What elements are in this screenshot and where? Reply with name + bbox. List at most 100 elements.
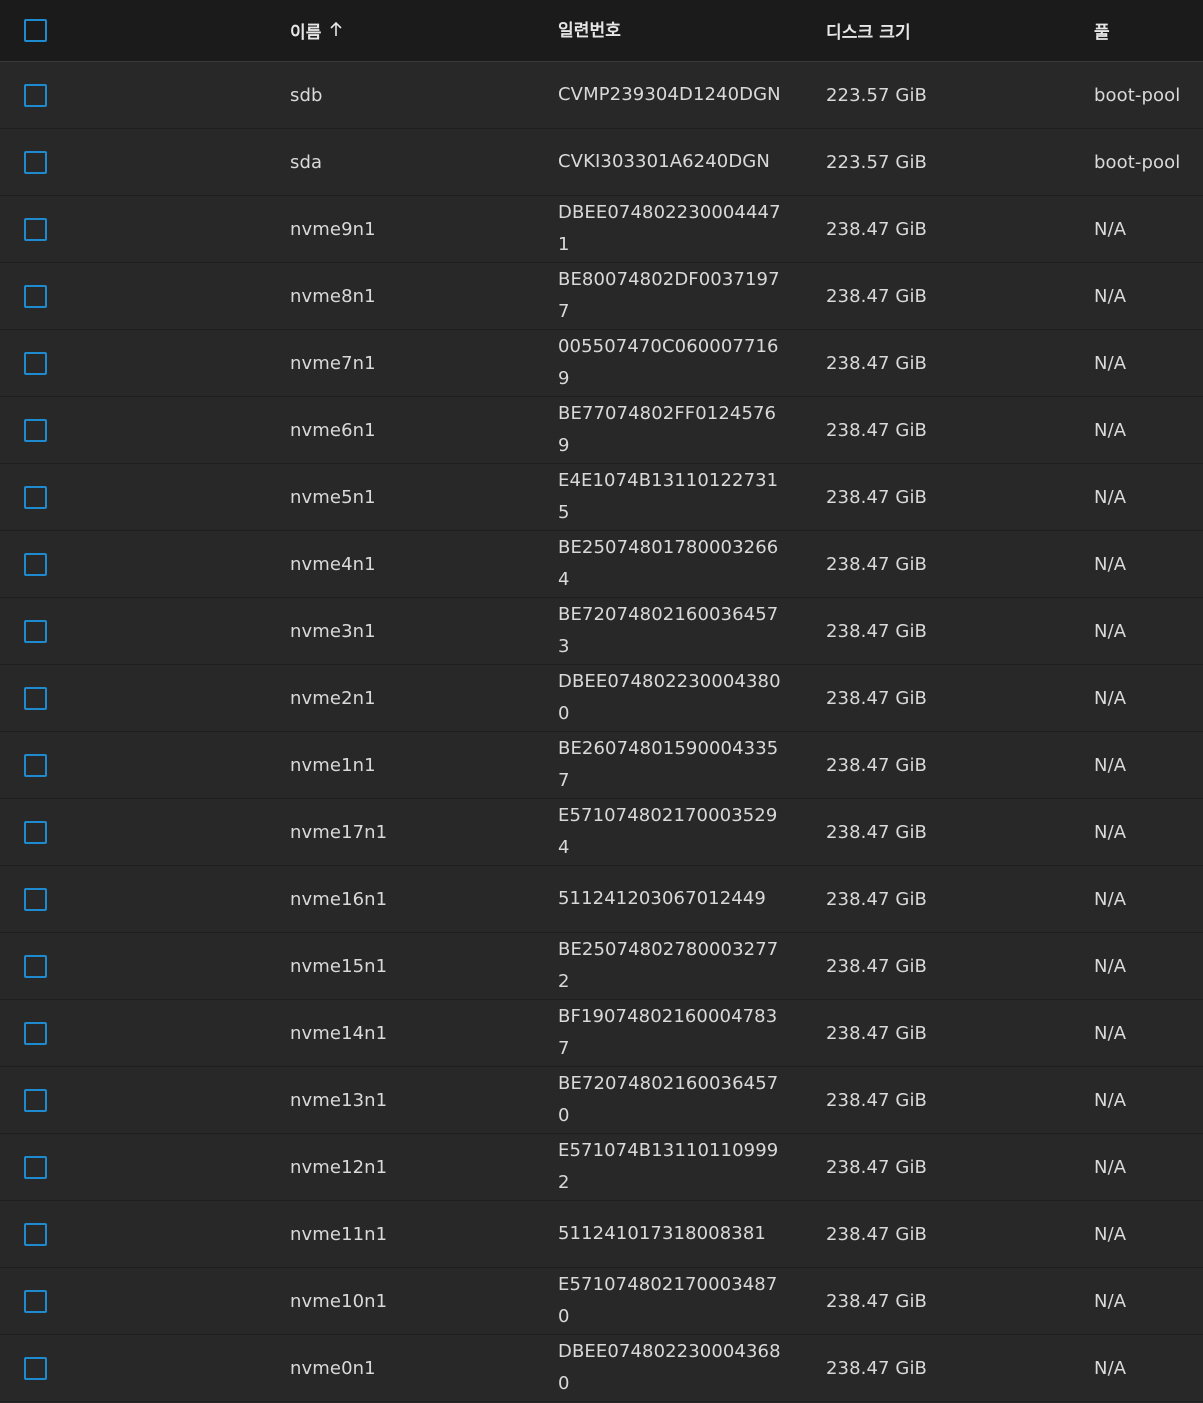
disk-name: nvme9n1: [290, 218, 376, 240]
disk-pool: N/A: [1094, 352, 1127, 374]
table-row[interactable]: nvme1n1 BE260748015900043357 238.47 GiB …: [0, 732, 1203, 799]
disk-size: 238.47 GiB: [826, 1223, 928, 1245]
table-row[interactable]: nvme0n1 DBEE0748022300043680 238.47 GiB …: [0, 1335, 1203, 1402]
column-header-serial[interactable]: 일련번호: [558, 0, 783, 65]
row-checkbox[interactable]: [24, 1222, 47, 1246]
row-checkbox[interactable]: [24, 150, 47, 174]
row-checkbox-cell: [24, 1134, 54, 1200]
table-row[interactable]: nvme5n1 E4E1074B131101227315 238.47 GiB …: [0, 464, 1203, 531]
row-checkbox[interactable]: [24, 1021, 47, 1045]
disk-serial: 005507470C0600077169: [558, 336, 779, 389]
table-row[interactable]: nvme4n1 BE250748017800032664 238.47 GiB …: [0, 531, 1203, 598]
table-row[interactable]: nvme13n1 BE720748021600364570 238.47 GiB…: [0, 1067, 1203, 1134]
disk-serial: BE80074802DF00371977: [558, 269, 780, 322]
disk-pool: N/A: [1094, 687, 1127, 709]
disk-serial: E5710748021700035294: [558, 805, 778, 858]
row-checkbox[interactable]: [24, 954, 47, 978]
disk-pool: boot-pool: [1094, 151, 1181, 173]
disk-pool: N/A: [1094, 821, 1127, 843]
disk-pool: N/A: [1094, 553, 1127, 575]
column-header-name[interactable]: 이름: [290, 0, 343, 65]
disk-size: 238.47 GiB: [826, 419, 928, 441]
disk-name: nvme12n1: [290, 1156, 388, 1178]
disk-serial: DBEE0748022300043800: [558, 671, 781, 724]
row-checkbox[interactable]: [24, 217, 47, 241]
row-checkbox-cell: [24, 464, 54, 530]
row-checkbox[interactable]: [24, 351, 47, 375]
row-checkbox[interactable]: [24, 1289, 47, 1313]
disk-serial: CVMP239304D1240DGN: [558, 84, 781, 105]
row-checkbox[interactable]: [24, 284, 47, 308]
row-checkbox[interactable]: [24, 1356, 47, 1380]
disk-name: nvme2n1: [290, 687, 376, 709]
row-checkbox[interactable]: [24, 686, 47, 710]
row-checkbox[interactable]: [24, 619, 47, 643]
select-all-checkbox[interactable]: [24, 19, 47, 42]
table-row[interactable]: nvme9n1 DBEE0748022300044471 238.47 GiB …: [0, 196, 1203, 263]
header-checkbox-cell: [24, 0, 54, 65]
column-header-name-label: 이름: [290, 23, 322, 43]
disk-pool: N/A: [1094, 419, 1127, 441]
table-row[interactable]: nvme3n1 BE720748021600364573 238.47 GiB …: [0, 598, 1203, 665]
table-row[interactable]: nvme6n1 BE77074802FF01245769 238.47 GiB …: [0, 397, 1203, 464]
table-row[interactable]: nvme14n1 BF190748021600047837 238.47 GiB…: [0, 1000, 1203, 1067]
disk-name: nvme8n1: [290, 285, 376, 307]
disk-pool: N/A: [1094, 620, 1127, 642]
disk-pool: N/A: [1094, 955, 1127, 977]
disk-size: 238.47 GiB: [826, 218, 928, 240]
row-checkbox-cell: [24, 732, 54, 798]
disk-serial: E5710748021700034870: [558, 1274, 778, 1327]
disk-serial: BE250748017800032664: [558, 537, 779, 590]
disk-name: nvme4n1: [290, 553, 376, 575]
disk-pool: N/A: [1094, 1290, 1127, 1312]
disk-serial: BE260748015900043357: [558, 738, 779, 791]
table-row[interactable]: nvme2n1 DBEE0748022300043800 238.47 GiB …: [0, 665, 1203, 732]
disk-size: 223.57 GiB: [826, 84, 928, 106]
disk-size: 238.47 GiB: [826, 553, 928, 575]
table-row[interactable]: nvme11n1 511241017318008381 238.47 GiB N…: [0, 1201, 1203, 1268]
row-checkbox[interactable]: [24, 552, 47, 576]
row-checkbox-cell: [24, 1201, 54, 1267]
disk-serial: BE250748027800032772: [558, 939, 779, 992]
disk-name: nvme14n1: [290, 1022, 388, 1044]
column-header-size[interactable]: 디스크 크기: [826, 0, 911, 65]
row-checkbox[interactable]: [24, 1088, 47, 1112]
table-row[interactable]: sdb CVMP239304D1240DGN 223.57 GiB boot-p…: [0, 62, 1203, 129]
table-row[interactable]: nvme7n1 005507470C0600077169 238.47 GiB …: [0, 330, 1203, 397]
disk-pool: N/A: [1094, 285, 1127, 307]
row-checkbox-cell: [24, 1067, 54, 1133]
disk-serial: E4E1074B131101227315: [558, 470, 779, 523]
row-checkbox[interactable]: [24, 418, 47, 442]
disk-pool: N/A: [1094, 754, 1127, 776]
disk-name: nvme10n1: [290, 1290, 388, 1312]
disk-size: 238.47 GiB: [826, 486, 928, 508]
disks-table: 이름 일련번호 디스크 크기 풀 sdb CVMP239304D1240DGN …: [0, 0, 1203, 1402]
row-checkbox-cell: [24, 129, 54, 195]
row-checkbox[interactable]: [24, 887, 47, 911]
table-row[interactable]: nvme12n1 E571074B131101109992 238.47 GiB…: [0, 1134, 1203, 1201]
row-checkbox[interactable]: [24, 753, 47, 777]
disk-name: nvme15n1: [290, 955, 388, 977]
column-header-pool[interactable]: 풀: [1094, 0, 1110, 65]
table-row[interactable]: nvme16n1 511241203067012449 238.47 GiB N…: [0, 866, 1203, 933]
row-checkbox[interactable]: [24, 83, 47, 107]
disk-name: nvme0n1: [290, 1357, 376, 1379]
row-checkbox-cell: [24, 933, 54, 999]
table-row[interactable]: nvme10n1 E5710748021700034870 238.47 GiB…: [0, 1268, 1203, 1335]
disk-name: nvme1n1: [290, 754, 376, 776]
row-checkbox[interactable]: [24, 820, 47, 844]
disk-name: nvme13n1: [290, 1089, 388, 1111]
table-row[interactable]: nvme17n1 E5710748021700035294 238.47 GiB…: [0, 799, 1203, 866]
disk-name: nvme11n1: [290, 1223, 388, 1245]
row-checkbox-cell: [24, 799, 54, 865]
disk-pool: boot-pool: [1094, 84, 1181, 106]
table-row[interactable]: nvme8n1 BE80074802DF00371977 238.47 GiB …: [0, 263, 1203, 330]
table-row[interactable]: sda CVKI303301A6240DGN 223.57 GiB boot-p…: [0, 129, 1203, 196]
row-checkbox[interactable]: [24, 485, 47, 509]
row-checkbox[interactable]: [24, 1155, 47, 1179]
row-checkbox-cell: [24, 1000, 54, 1066]
table-row[interactable]: nvme15n1 BE250748027800032772 238.47 GiB…: [0, 933, 1203, 1000]
disk-name: nvme6n1: [290, 419, 376, 441]
disk-size: 238.47 GiB: [826, 1022, 928, 1044]
disk-serial: BE720748021600364573: [558, 604, 779, 657]
